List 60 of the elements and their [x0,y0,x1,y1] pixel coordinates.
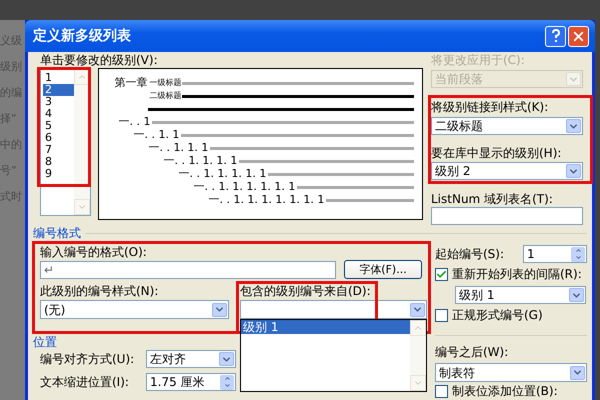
font-button[interactable]: 字体(F)... [344,260,422,279]
spinner-icon[interactable] [220,374,234,390]
dropdown-option[interactable]: 级别 1 [241,320,410,334]
preview-heading: 二级标题 [149,91,182,101]
checkbox[interactable] [435,384,448,398]
paragraph-mark: ↵ [44,262,54,276]
checkbox-label: 制表位添加位置(B): [452,384,558,398]
level-item[interactable]: 6 [43,132,74,144]
level-item[interactable]: 3 [43,96,74,108]
checkbox-label: 重新开始列表的间隔(R): [452,267,582,281]
dropdown[interactable]: 级别 1 [455,286,586,304]
preview-number: 第一章 [114,77,148,89]
field-label: 包含的级别编号来自(D): [240,284,372,298]
format-field[interactable]: ↵ [40,260,336,278]
preview-number: 一. . 1 [118,116,150,128]
scroll-up-icon[interactable] [74,69,90,85]
checkbox-label: 正规形式编号(G) [452,308,543,322]
preview-heading: 一级标题 [149,78,182,88]
window-title: 定义新多级列表 [32,28,131,44]
field-label: 编号对齐方式(U): [40,352,136,366]
level-item[interactable]: 4 [43,108,74,120]
preview-number: 一. . 1. 1. 1. 1. 1 [178,168,266,180]
section-title: 位置 [33,335,58,349]
checkbox[interactable] [435,268,448,280]
scroll-down-icon[interactable] [74,199,90,215]
level-item[interactable]: 7 [43,144,74,156]
dropdown[interactable]: 左对齐 [146,350,236,368]
preview-number: 一. . 1. 1 [133,129,180,141]
level-item[interactable]: 9 [43,168,74,180]
spinner-icon[interactable] [571,246,585,262]
preview-number: 一. . 1. 1. 1. 1. 1. 1 [193,181,296,193]
field-label: 要在库中显示的级别(H): [431,146,562,160]
level-item[interactable]: 5 [43,120,74,132]
input-field[interactable] [431,207,583,225]
help-button-icon[interactable] [545,26,566,46]
field-label: 编号之后(W): [435,345,510,359]
close-button-icon[interactable] [568,26,589,46]
field-label: 单击要修改的级别(V): [40,53,159,67]
dropdown[interactable]: 二级标题 [431,117,583,135]
field-label: ListNum 域列表名(T): [431,192,554,206]
dropdown[interactable] [240,300,427,319]
preview-number: 一. . 1. 1. 1 [148,142,208,154]
field-label: 起始编号(S): [435,247,504,261]
spin-field[interactable]: 1.75 厘米 [146,373,236,391]
field-label: 文本缩进位置(I): [40,375,130,389]
level-item[interactable]: 2 [43,84,74,96]
level-item[interactable]: 1 [43,72,74,84]
field-label: 输入编号的格式(O): [40,245,148,259]
field-label: 将级别链接到样式(K): [431,100,550,114]
dropdown[interactable]: 级别 2 [431,162,583,180]
dropdown[interactable]: (无) [40,300,229,319]
field-label: 将更改应用于(C): [431,53,526,67]
checkbox[interactable] [435,308,448,322]
level-item[interactable]: 8 [43,156,74,168]
field-label: 此级别的编号样式(N): [40,284,160,298]
section-title: 编号格式 [33,226,81,240]
spin-field[interactable]: 1 [523,245,587,263]
preview-number: 一. . 1. 1. 1. 1. 1. 1. 1 [208,194,324,206]
dropdown[interactable]: 制表符 [435,363,587,382]
preview-number: 一. . 1. 1. 1. 1 [163,155,238,167]
